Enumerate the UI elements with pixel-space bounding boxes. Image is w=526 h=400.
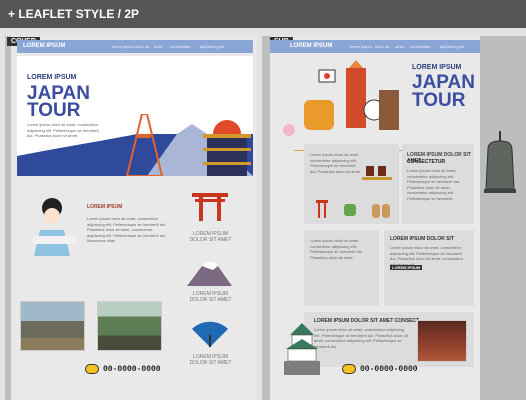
sub-nav-item[interactable]: lorem ipsum	[350, 44, 372, 49]
cover-nav-title: LOREM IPSUM	[23, 43, 66, 49]
geisha-heading: LOREM IPSUM	[87, 204, 123, 210]
sub-block4-heading: LOREM IPSUM DOLOR SIT	[390, 236, 454, 242]
cover-nav-item[interactable]: dolor sit	[135, 44, 149, 49]
sub-block-3: Lorem ipsum dolor sit amet, consectetur …	[304, 230, 379, 306]
sub-nav-title: LOREM IPSUM	[290, 43, 333, 49]
sub-block-4: LOREM IPSUM DOLOR SIT Lorem ipsum dolor …	[384, 230, 474, 306]
sub-block-2: LOREM IPSUM DOLOR SIT AMET. CONSECTETUR …	[402, 144, 474, 224]
cover-phone: 00-0000-0000	[103, 365, 161, 374]
leaflet-style-title: + LEAFLET STYLE / 2P	[8, 7, 140, 21]
sub-title-line2: TOUR	[412, 90, 466, 111]
sub-nav-item[interactable]: consectetur	[410, 44, 431, 49]
cover-navbar: LOREM IPSUM lorem ipsum dolor sit amet c…	[17, 40, 253, 53]
train-photo	[97, 301, 162, 351]
souvenirs-icons	[316, 200, 390, 218]
top-bar: + LEAFLET STYLE / 2P	[0, 0, 526, 28]
fuji-caption: LOREM IPSUM DOLOR SIT AMET	[189, 291, 232, 303]
sub-panel: SUB LOREM IPSUM lorem ipsum dolor sit am…	[262, 36, 526, 400]
sub-nav-item[interactable]: adipiscing elit	[440, 44, 464, 49]
castle-illustration	[284, 323, 320, 375]
cover-heading: LOREM IPSUM	[27, 74, 77, 81]
sub-block5-heading: LOREM IPSUM DOLOR SIT AMET CONSECT-	[314, 318, 421, 324]
sub-block5-text: Lorem ipsum dolor sit amet, consectetur …	[314, 327, 408, 349]
bell-icon	[484, 131, 516, 193]
cover-panel: COVER LOREM IPSUM lorem ipsum dolor sit …	[5, 36, 257, 400]
sub-block2-sub: CONSECTETUR	[407, 159, 446, 165]
sub-nav-item[interactable]: dolor sit	[375, 44, 389, 49]
street-photo	[20, 301, 85, 351]
sub-navbar: LOREM IPSUM lorem ipsum dolor sit amet c…	[270, 40, 480, 53]
sub-chat-bubble-icon	[342, 364, 356, 374]
fan-icon	[192, 321, 228, 347]
torii-caption: LOREM IPSUM DOLOR SIT AMET	[189, 231, 232, 243]
sub-block3-text: Lorem ipsum dolor sit amet, consectetur …	[310, 238, 363, 260]
sub-nav-item[interactable]: amet	[395, 44, 404, 49]
sub-block2-text: Lorem ipsum dolor sit amet, consectetur …	[407, 168, 460, 201]
cover-nav-item[interactable]: lorem ipsum	[112, 44, 134, 49]
torii-icon	[192, 193, 228, 221]
sub-block4-text: Lorem ipsum dolor sit amet, consectetur …	[390, 245, 463, 267]
cover-nav-item[interactable]: amet	[154, 44, 163, 49]
cover-nav-item[interactable]: adipiscing elit	[200, 44, 224, 49]
sub-block4-badge: LOREM IPSUM	[390, 265, 423, 270]
geisha-illustration	[32, 198, 76, 256]
sub-phone: 00-0000-0000	[360, 365, 418, 374]
geisha-text: Lorem ipsum dolor sit amet, consectetur …	[87, 216, 167, 243]
mount-fuji-icon	[187, 262, 232, 286]
sub-block1-text: Lorem ipsum dolor sit amet, consectetur …	[310, 152, 362, 174]
sushi-icon	[362, 166, 392, 180]
sub-heading: LOREM IPSUM	[412, 64, 462, 71]
fan-caption: LOREM IPSUM DOLOR SIT AMET	[189, 354, 232, 366]
cover-hero-card: LOREM IPSUM JAPAN TOUR Lorem ipsum dolor…	[17, 56, 253, 176]
chat-bubble-icon	[85, 364, 99, 374]
cover-nav-item[interactable]: consectetur	[170, 44, 191, 49]
cover-hero-illustration	[17, 114, 253, 176]
interior-photo	[417, 320, 467, 362]
